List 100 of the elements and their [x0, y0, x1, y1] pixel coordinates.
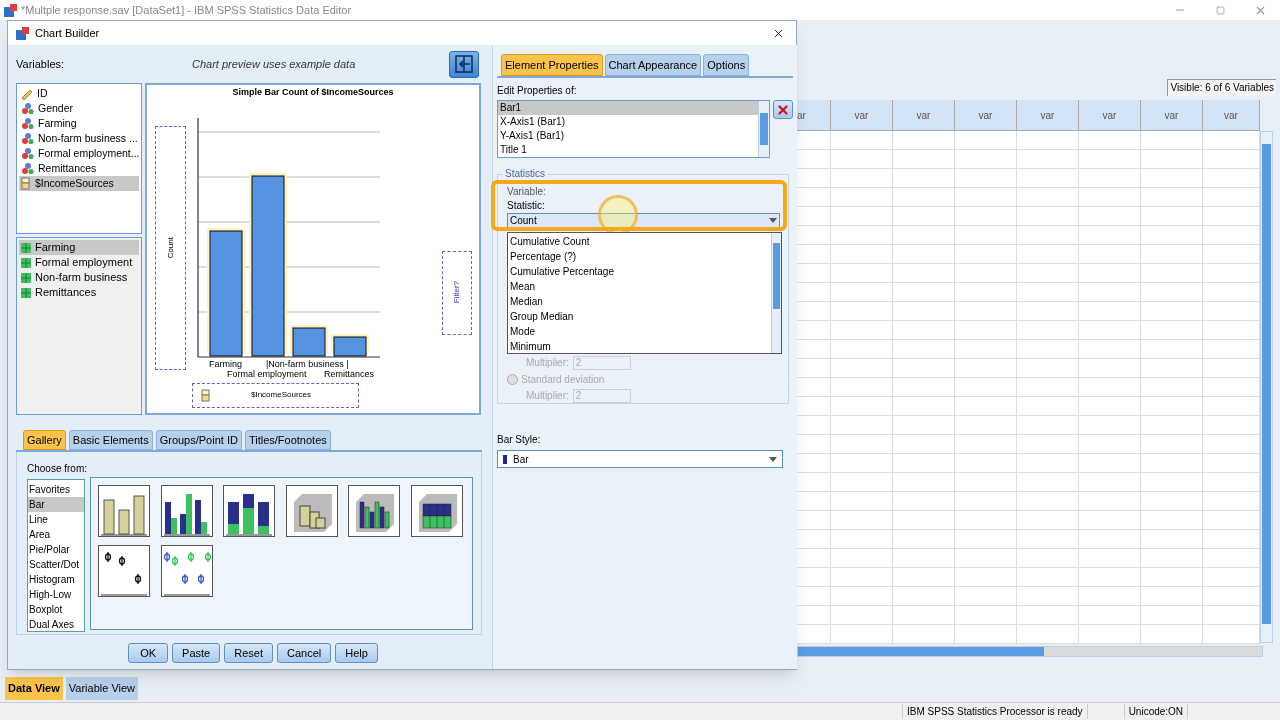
horizontal-scrollbar[interactable]	[797, 646, 1263, 657]
chart-type-item[interactable]: Favorites	[28, 482, 84, 497]
caret-icon	[769, 456, 777, 462]
bar[interactable]	[331, 333, 369, 356]
gallery-tab[interactable]: Gallery	[23, 430, 66, 450]
dialog-button[interactable]: Cancel	[277, 643, 332, 663]
bar-style-label: Bar Style:	[497, 433, 542, 447]
variable-name: ID	[37, 85, 48, 101]
variable-item[interactable]: Remittances	[19, 161, 139, 176]
category-icon	[21, 272, 31, 283]
chart-type-item[interactable]: Bar	[28, 497, 84, 512]
multiplier-label: Multiplier:	[526, 389, 569, 403]
gallery-tab[interactable]: Basic Elements	[68, 430, 153, 450]
nominal-variable-icon	[21, 102, 34, 115]
nominal-variable-icon	[21, 132, 34, 145]
variable-item[interactable]: Non-farm business ...	[19, 131, 139, 146]
variable-name: Non-farm business ...	[38, 130, 138, 146]
statistic-option[interactable]: Mode	[508, 324, 771, 339]
category-label: Farming	[209, 358, 243, 369]
variable-item[interactable]: Farming	[19, 116, 139, 131]
column-header[interactable]: var	[1203, 100, 1260, 131]
element-item[interactable]: Y-Axis1 (Bar1)	[498, 129, 758, 143]
category-name: Formal employment	[35, 255, 133, 271]
dialog-button[interactable]: Paste	[172, 643, 221, 663]
gallery-tab[interactable]: Groups/Point ID	[155, 430, 242, 450]
category-item[interactable]: Formal employment	[19, 255, 139, 270]
chart-type-item[interactable]: Boxplot	[28, 602, 84, 617]
statistic-option[interactable]: Minimum	[508, 339, 771, 354]
property-tab[interactable]: Element Properties	[501, 54, 603, 76]
dialog-button[interactable]: Help	[335, 643, 378, 663]
category-item[interactable]: Remittances	[19, 285, 139, 300]
delete-button[interactable]	[773, 100, 793, 119]
statistic-option[interactable]: Percentage (?)	[508, 249, 771, 264]
chart-type-item[interactable]: Dual Axes	[28, 617, 84, 632]
column-header[interactable]: var	[955, 100, 1017, 131]
window-title: *Multple response.sav [DataSet1] - IBM SPSS Statistics Data Editor	[21, 2, 352, 18]
column-header[interactable]: var	[893, 100, 955, 131]
column-header[interactable]: ar	[797, 100, 831, 131]
x-axis-drop-zone[interactable]: $IncomeSources	[192, 382, 359, 408]
chart-type-item[interactable]: Area	[28, 527, 84, 542]
variable-name: Remittances	[38, 160, 97, 176]
category-name: Farming	[35, 240, 76, 256]
chart-type-item[interactable]: Histogram	[28, 572, 84, 587]
statistic-option[interactable]: Cumulative Percentage	[508, 264, 771, 279]
variable-item[interactable]: Gender	[19, 101, 139, 116]
filter-label: Filter?	[451, 281, 462, 304]
variable-name: Farming	[38, 115, 77, 131]
choose-from-label: Choose from:	[27, 462, 85, 476]
category-name: Remittances	[35, 285, 97, 301]
property-tab[interactable]: Chart Appearance	[604, 54, 702, 76]
preview-note: Chart preview uses example data	[192, 56, 356, 72]
element-item[interactable]: Bar1	[498, 101, 758, 115]
x-axis-label: $IncomeSources	[251, 390, 312, 400]
property-tab[interactable]: Options	[703, 54, 750, 76]
variable-name: Formal employment...	[38, 145, 140, 161]
chart-type-item[interactable]: High-Low	[28, 587, 84, 602]
view-tab[interactable]: Variable View	[65, 677, 139, 700]
nominal-variable-icon	[21, 147, 34, 160]
column-header[interactable]: var	[1079, 100, 1141, 131]
bar[interactable]	[249, 172, 287, 356]
bar[interactable]	[290, 324, 328, 356]
category-item[interactable]: Farming	[19, 240, 139, 255]
statistic-option[interactable]: Group Median	[508, 309, 771, 324]
element-item[interactable]: Title 1	[498, 143, 758, 157]
chart-type-item[interactable]: Pie/Polar	[28, 542, 84, 557]
category-item[interactable]: Non-farm business	[19, 270, 139, 285]
variable-item[interactable]: Formal employment...	[19, 146, 139, 161]
dialog-button[interactable]: Reset	[224, 643, 273, 663]
chart-title: Simple Bar Count of $IncomeSources	[232, 86, 394, 99]
element-item[interactable]: X-Axis1 (Bar1)	[498, 115, 758, 129]
filter-drop-zone[interactable]: Filter?	[442, 250, 472, 335]
edit-properties-label: Edit Properties of:	[497, 84, 578, 98]
scrollbar[interactable]	[771, 233, 781, 353]
element-panel-button[interactable]	[449, 50, 479, 78]
category-label: Formal employment	[227, 368, 308, 379]
statistic-option[interactable]: Median	[508, 294, 771, 309]
column-header[interactable]: var	[1017, 100, 1079, 131]
column-header[interactable]: var	[831, 100, 893, 131]
chart-type-item[interactable]: Scatter/Dot	[28, 557, 84, 572]
ruler-icon	[21, 87, 33, 100]
bar-style-dropdown[interactable]: Bar	[497, 450, 783, 468]
nominal-variable-icon	[21, 162, 34, 175]
category-icon	[21, 257, 31, 268]
chart-type-item[interactable]: Line	[28, 512, 84, 527]
gallery-tab[interactable]: Titles/Footnotes	[244, 430, 331, 450]
column-header[interactable]: var	[1141, 100, 1203, 131]
bar[interactable]	[207, 227, 245, 356]
app-icon	[4, 3, 17, 17]
variables-label: Variables:	[16, 56, 66, 72]
statistic-option[interactable]: Mean	[508, 279, 771, 294]
vertical-scrollbar[interactable]	[1260, 131, 1273, 643]
view-tab[interactable]: Data View	[5, 677, 63, 700]
chart-builder-icon	[16, 26, 29, 40]
y-axis-drop-zone[interactable]: Count	[155, 125, 186, 370]
dialog-button[interactable]: OK	[128, 643, 169, 663]
variable-item[interactable]: $IncomeSources	[19, 176, 139, 191]
variable-item[interactable]: ID	[19, 86, 139, 101]
statistic-option[interactable]: Cumulative Count	[508, 234, 771, 249]
scrollbar[interactable]	[758, 101, 769, 157]
statistic-value: Count	[510, 214, 537, 228]
